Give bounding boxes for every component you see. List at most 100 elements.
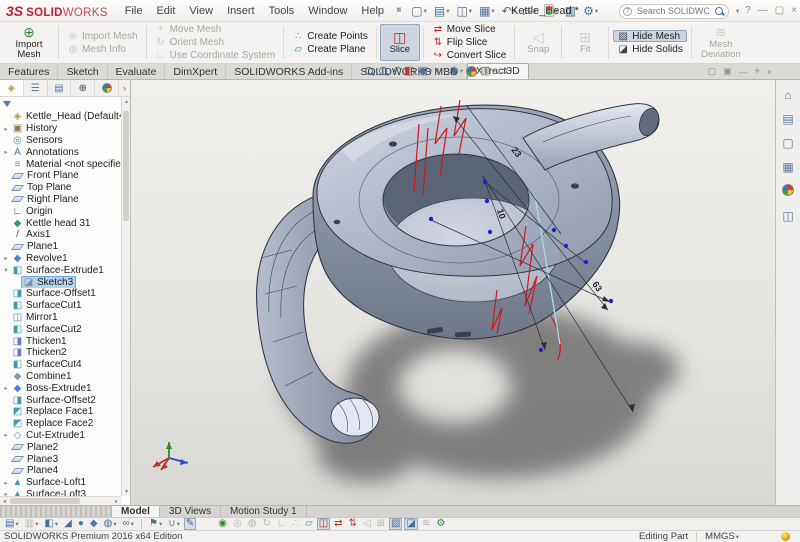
tree-vertical-scrollbar[interactable]: ▴ ▾ [121,97,130,496]
tree-horizontal-scrollbar[interactable]: ◂ ▸ [0,496,121,505]
tree-item-surface-offset1[interactable]: ◨Surface-Offset1 [0,288,121,300]
pane-splitter[interactable] [0,506,112,517]
xtract-hide-mesh-button[interactable]: ▧ [389,518,402,530]
search-icon[interactable] [714,6,725,17]
display-style-button[interactable]: ◐▾ [435,65,446,77]
propertymanager-tab[interactable]: ☰ [24,80,48,96]
tab-dimxpert[interactable]: DimXpert [165,65,226,79]
menu-help[interactable]: Help [354,3,391,19]
tree-item-surface-loft1[interactable]: ▸▲Surface-Loft1 [0,477,121,489]
xtract-create-plane-button[interactable]: ▱ [303,518,315,530]
menu-file[interactable]: File [118,3,150,19]
tree-item-axis1[interactable]: /Axis1 [0,229,121,241]
xtract-coordinate-button[interactable]: ∟ [275,518,289,530]
annotation-tool-2-button[interactable]: ∪▾ [166,518,182,530]
horizontal-scroll-thumb[interactable] [10,498,80,504]
tree-item-plane1[interactable]: Plane1 [0,241,121,253]
tree-item-material-not-specified[interactable]: ≡Material <not specified> [0,158,121,170]
quickbar-open-document-button[interactable]: ▤▾ [432,4,452,18]
tree-item-thicken2[interactable]: ◨Thicken2 [0,347,121,359]
menu-window[interactable]: Window [301,3,354,19]
ribbon-move-mesh-button[interactable]: +Move Mesh [151,24,280,36]
xtract-move-mesh-button[interactable]: ◍ [246,518,259,530]
expand-arrow-icon[interactable]: ▸ [2,125,10,133]
tree-item-origin[interactable]: ∟Origin [0,205,121,217]
tree-item-replace-face2[interactable]: ◩Replace Face2 [0,418,121,430]
ribbon-mesh-deviation-button[interactable]: ≋Mesh Deviation [695,24,747,61]
ribbon-import-mesh-small-button[interactable]: ⊕Import Mesh [63,30,142,42]
zoom-to-fit-button[interactable] [364,66,375,77]
tree-item-boss-extrude1[interactable]: ▸◆Boss-Extrude1 [0,382,121,394]
vertical-scroll-thumb[interactable] [123,111,129,221]
units-selector[interactable]: MMGS ▾ [705,531,739,542]
ribbon-flip-slice-button[interactable]: ⇅Flip Slice [428,37,510,49]
ribbon-create-points-button[interactable]: ∴Create Points [288,30,372,42]
home-tab[interactable]: ⌂ [784,88,791,102]
scroll-down-icon[interactable]: ▾ [122,487,131,496]
pin-toolbar-button[interactable]: ⌖ [755,66,760,77]
ribbon-convert-slice-button[interactable]: ↪Convert Slice [428,50,510,62]
display-tool-5-button[interactable]: ● [76,518,86,530]
tree-item-surfacecut2[interactable]: ◧SurfaceCut2 [0,323,121,335]
apply-scene-button[interactable]: ▧▾ [480,65,495,77]
featuremanager-tab[interactable]: ◈ [0,80,24,96]
feature-tree-root-item[interactable]: ◈Kettle_Head (Default<<Default>_Displ [0,111,121,123]
annotation-tool-1-button[interactable]: ⚑▾ [147,518,164,530]
search-input[interactable] [635,5,711,17]
edit-appearance-button[interactable] [466,66,477,77]
expand-arrow-icon[interactable]: ▸ [2,384,10,392]
scroll-left-icon[interactable]: ◂ [0,497,9,506]
tree-item-annotations[interactable]: ▸AAnnotations [0,146,121,158]
display-tool-1-button[interactable]: ▤▾ [3,518,21,530]
tree-item-kettle-head-31[interactable]: ◆Kettle head 31 [0,217,121,229]
status-resource-icon[interactable] [781,532,790,541]
file-explorer-tab[interactable]: ▢ [782,136,793,150]
xtract-move-slice-button[interactable]: ⇄ [332,518,344,530]
minimize-document-button[interactable]: — [739,67,748,77]
menu-edit[interactable]: Edit [149,3,182,19]
view-settings-button[interactable]: ▭▾ [498,65,513,77]
expand-arrow-icon[interactable]: ▸ [2,254,10,262]
search-box[interactable]: ? [619,4,729,19]
filter-icon[interactable] [3,101,11,107]
ribbon-mesh-info-button[interactable]: ◍Mesh Info [63,43,142,55]
ribbon-move-slice-button[interactable]: ⇄Move Slice [428,24,510,36]
menu-insert[interactable]: Insert [220,3,262,19]
tab-sketch[interactable]: Sketch [58,65,107,79]
ribbon-orient-mesh-button[interactable]: ↻Orient Mesh [151,37,280,49]
restore-document-button[interactable]: ▢ [708,66,717,77]
ribbon-slice-button[interactable]: ◫Slice [380,24,420,61]
xtract-create-points-button[interactable]: ∴ [291,518,301,530]
tree-item-surface-offset2[interactable]: ◨Surface-Offset2 [0,394,121,406]
xtract-settings-button[interactable]: ⚙ [434,518,447,530]
tree-item-surfacecut1[interactable]: ◧SurfaceCut1 [0,300,121,312]
display-tool-3-button[interactable]: ◧▾ [42,518,60,530]
quickbar-new-document-button[interactable]: ▢▾ [409,4,429,18]
tab-evaluate[interactable]: Evaluate [108,65,166,79]
menu-tools[interactable]: Tools [262,3,302,19]
tree-item-history[interactable]: ▸▣History [0,123,121,135]
display-tool-2-button[interactable]: ▥▾ [23,518,41,530]
xtract-snap-button[interactable]: ◁ [361,518,373,530]
ribbon-hide-mesh-button[interactable]: ▧Hide Mesh [613,30,687,42]
view-orientation-button[interactable]: ▣▾ [418,65,433,77]
configurationmanager-tab[interactable]: ▤ [48,80,72,96]
xtract-mesh-deviation-button[interactable]: ≋ [420,518,432,530]
close-button[interactable]: × [791,6,797,16]
tree-item-replace-face1[interactable]: ◩Replace Face1 [0,406,121,418]
tree-item-plane2[interactable]: Plane2 [0,441,121,453]
close-document-button[interactable]: × [767,67,772,77]
minimize-button[interactable]: — [758,6,768,16]
tree-item-revolve1[interactable]: ▸◆Revolve1 [0,253,121,265]
appearances-tab[interactable] [782,184,794,199]
tree-item-plane3[interactable]: Plane3 [0,453,121,465]
expand-arrow-icon[interactable]: ▸ [2,479,10,487]
ribbon-import-mesh-button[interactable]: ⊕Import Mesh [3,24,55,61]
ribbon-hide-solids-button[interactable]: ◪Hide Solids [613,43,687,55]
tree-item-combine1[interactable]: ◆Combine1 [0,371,121,383]
xtract-fit-button[interactable]: ⊞ [375,518,387,530]
tree-item-sketch3[interactable]: ◪Sketch3 [0,276,121,288]
search-scope-caret-icon[interactable]: ▾ [736,7,739,15]
xtract-mesh-info-button[interactable]: ◎ [231,518,244,530]
display-tool-6-button[interactable]: ◆ [88,518,100,530]
